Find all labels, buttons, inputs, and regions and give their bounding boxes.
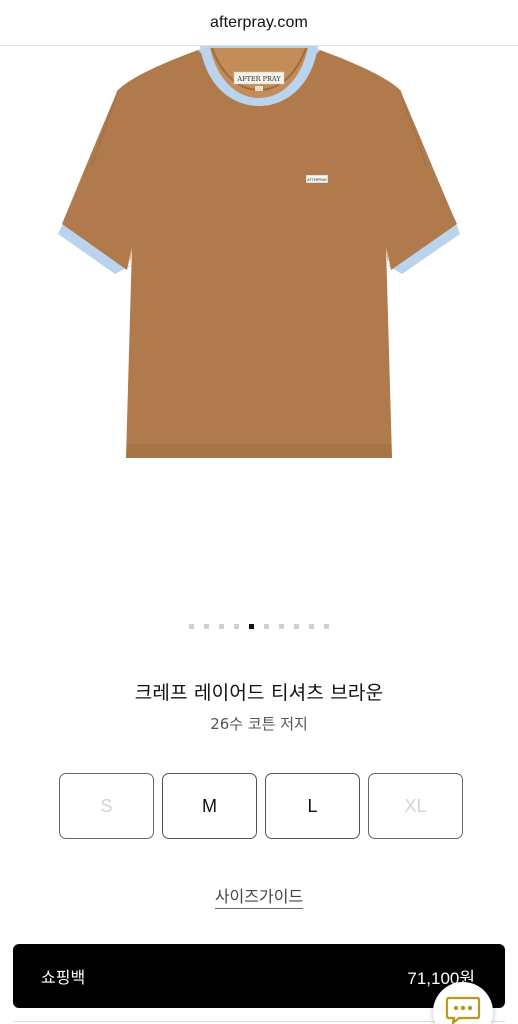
size-option-s[interactable]: S	[59, 773, 154, 839]
url-text: afterpray.com	[210, 13, 308, 31]
size-guide-link[interactable]: 사이즈가이드	[214, 887, 304, 909]
size-options: S M L XL	[59, 773, 463, 839]
carousel-dot[interactable]	[249, 624, 254, 629]
neck-label-text: AFTER PRAY	[236, 75, 281, 83]
chest-tag-text: AFTERPRAY	[307, 178, 328, 182]
product-title: 크레프 레이어드 티셔츠 브라운	[134, 682, 384, 704]
product-subtitle: 26수 코튼 저지	[210, 715, 308, 733]
divider	[13, 1021, 505, 1022]
carousel-dot[interactable]	[324, 624, 329, 629]
shopping-bag-button[interactable]: 쇼핑백 71,100원	[13, 944, 505, 1008]
address-bar[interactable]: afterpray.com	[0, 0, 518, 46]
t-shirt-image: AFTER PRAY AFTERPRAY	[58, 46, 460, 458]
shirt-body	[62, 50, 457, 458]
shopping-bag-label: 쇼핑백	[41, 968, 86, 987]
carousel-dot[interactable]	[189, 624, 194, 629]
size-option-m[interactable]: M	[162, 773, 257, 839]
chat-bubble-icon	[445, 996, 481, 1024]
carousel-dot[interactable]	[234, 624, 239, 629]
carousel-dot[interactable]	[204, 624, 209, 629]
size-guide: 사이즈가이드	[0, 883, 518, 909]
carousel-dot[interactable]	[264, 624, 269, 629]
carousel-dot[interactable]	[279, 624, 284, 629]
size-option-xl[interactable]: XL	[368, 773, 463, 839]
carousel-dot[interactable]	[294, 624, 299, 629]
size-option-l[interactable]: L	[265, 773, 360, 839]
product-image[interactable]: AFTER PRAY AFTERPRAY	[0, 46, 518, 606]
carousel-dot[interactable]	[309, 624, 314, 629]
carousel-pagination[interactable]	[0, 624, 518, 630]
carousel-dot[interactable]	[219, 624, 224, 629]
